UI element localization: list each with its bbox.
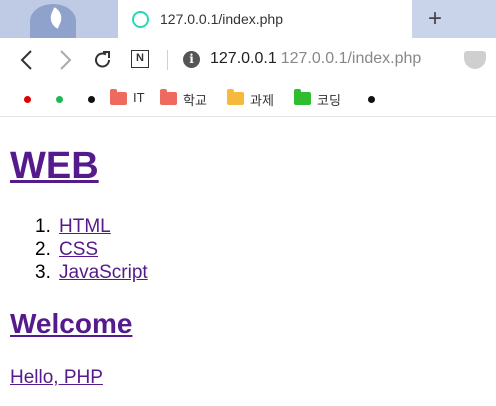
list-number: 2. — [35, 239, 51, 260]
list-link-css[interactable]: CSS — [59, 239, 98, 260]
tab-strip: 127.0.0.1/index.php + — [0, 0, 496, 38]
bookmark-label: IT — [133, 90, 145, 105]
bookmark-label: 코딩 — [317, 93, 341, 108]
naver-shortcut-button[interactable]: N — [131, 50, 149, 68]
bookmark-green-dot[interactable] — [52, 90, 66, 108]
red-dot-icon — [24, 96, 31, 103]
list-link-javascript[interactable]: JavaScript — [59, 262, 148, 283]
forward-button[interactable] — [52, 47, 78, 73]
toolbar-divider — [167, 50, 168, 70]
reload-icon — [95, 51, 110, 68]
page-title: WEB — [10, 145, 99, 188]
paragraph-link[interactable]: Hello, PHP — [10, 367, 103, 388]
folder-icon — [110, 89, 127, 105]
black-dot-icon — [368, 96, 375, 103]
tab-favicon-icon — [132, 11, 149, 28]
site-info-icon[interactable]: i — [183, 51, 200, 68]
bookmark-black-dot[interactable] — [84, 90, 98, 108]
bookmark-folder-assignment[interactable]: 과제 — [227, 89, 287, 108]
folder-icon — [294, 89, 311, 105]
folder-icon — [160, 89, 177, 105]
back-button[interactable] — [14, 47, 40, 73]
nav-list: 1. HTML 2. CSS 3. JavaScript — [35, 215, 148, 284]
tab-title: 127.0.0.1/index.php — [160, 11, 283, 27]
section-heading: Welcome — [10, 308, 132, 340]
bookmark-folder-it[interactable]: IT — [110, 89, 160, 108]
bookmark-folder-coding[interactable]: 코딩 — [294, 89, 354, 108]
list-item: 1. HTML — [35, 215, 148, 238]
bookmark-label: 과제 — [250, 93, 274, 108]
url-full: 127.0.0.1/index.php — [280, 50, 422, 67]
section-heading-link[interactable]: Welcome — [10, 308, 132, 339]
paragraph: Hello, PHP — [10, 367, 103, 389]
back-arrow-icon — [20, 50, 32, 70]
page-content: WEB 1. HTML 2. CSS 3. JavaScript Welcome He… — [0, 117, 496, 406]
previous-tab[interactable] — [0, 0, 118, 38]
address-bar[interactable]: 127.0.0.1 127.0.0.1/index.php — [210, 50, 421, 68]
bookmark-folder-school[interactable]: 학교 — [160, 89, 220, 108]
extension-shield-icon[interactable] — [464, 51, 486, 69]
active-tab[interactable]: 127.0.0.1/index.php — [118, 0, 412, 38]
list-number: 1. — [35, 216, 51, 237]
list-item: 2. CSS — [35, 238, 148, 261]
folder-icon — [227, 89, 244, 105]
list-number: 3. — [35, 262, 51, 283]
page-title-link[interactable]: WEB — [10, 145, 99, 187]
list-item: 3. JavaScript — [35, 261, 148, 284]
new-tab-button[interactable]: + — [424, 6, 446, 32]
bookmark-label: 학교 — [183, 93, 207, 108]
reload-button[interactable] — [90, 47, 116, 73]
profile-avatar-icon — [30, 4, 76, 38]
bookmark-black-dot-2[interactable] — [364, 90, 378, 108]
bookmarks-bar: IT 학교 과제 코딩 — [0, 82, 496, 117]
bookmark-red-dot[interactable] — [20, 90, 34, 108]
black-dot-icon — [88, 96, 95, 103]
list-link-html[interactable]: HTML — [59, 216, 111, 237]
url-host: 127.0.0.1 — [210, 50, 277, 67]
green-dot-icon — [56, 96, 63, 103]
browser-toolbar: N i 127.0.0.1 127.0.0.1/index.php — [0, 38, 496, 82]
forward-arrow-icon — [60, 50, 72, 70]
